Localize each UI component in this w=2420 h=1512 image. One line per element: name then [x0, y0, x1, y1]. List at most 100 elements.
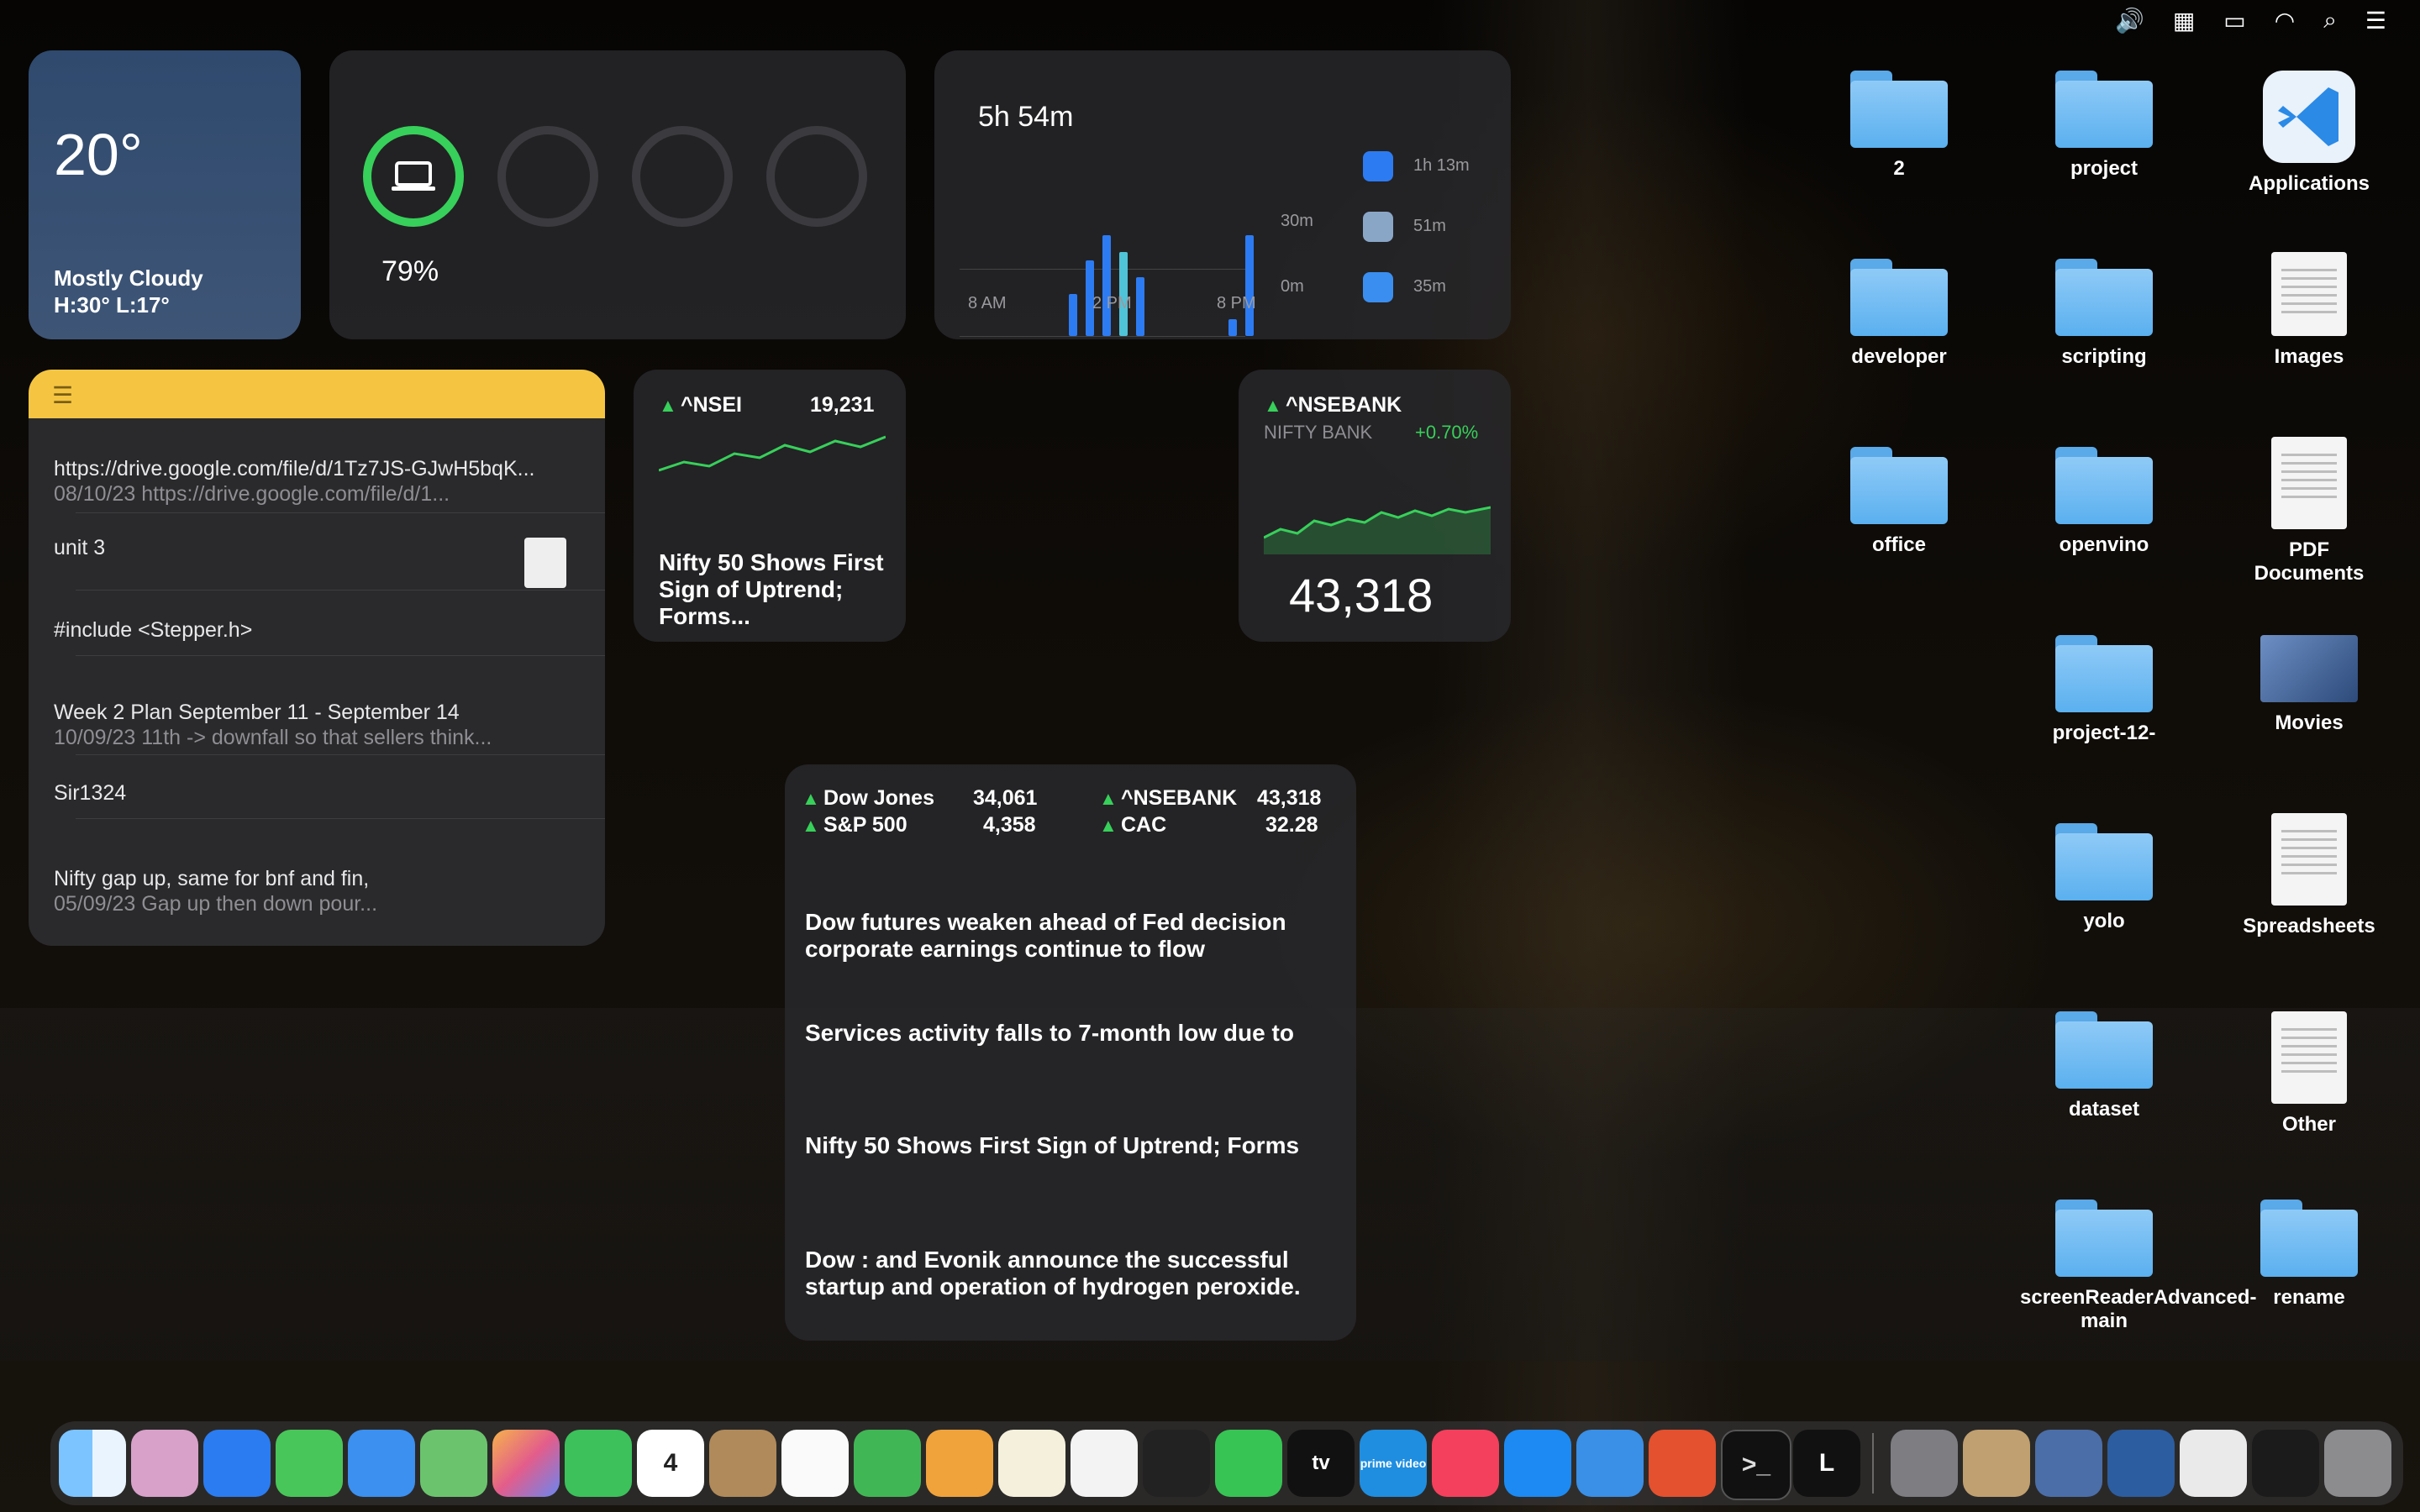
desktop-item-label: PDF Documents: [2254, 538, 2365, 585]
up-arrow-icon: ▲: [802, 815, 820, 836]
maps-icon[interactable]: [420, 1430, 487, 1497]
stock-headline: Nifty 50 Shows First Sign of Uptrend; Fo…: [659, 549, 884, 629]
recent-window-icon[interactable]: [2035, 1430, 2102, 1497]
trash-icon[interactable]: [2324, 1430, 2391, 1497]
desktop-folder-dataset[interactable]: dataset: [2020, 1011, 2188, 1122]
weather-widget[interactable]: 20° Mostly Cloudy H:30° L:17°: [29, 50, 301, 339]
terminal-icon[interactable]: >_: [1721, 1430, 1791, 1500]
launchpad-icon[interactable]: [131, 1430, 198, 1497]
control-center-icon[interactable]: ☰: [2365, 7, 2386, 34]
music-icon[interactable]: [1432, 1430, 1499, 1497]
note-title[interactable]: https://drive.google.com/file/d/1Tz7JS-G…: [54, 457, 534, 481]
folder-icon: [2055, 635, 2153, 712]
search-icon[interactable]: ⌕: [2323, 7, 2337, 34]
desktop-folder-office[interactable]: office: [1815, 447, 1983, 558]
screen-time-widget[interactable]: 5h 54m 8 AM 2 PM 8 PM 30m 0m 1h 13m 51m …: [934, 50, 1511, 339]
folder-icon: [1850, 259, 1948, 336]
news-item[interactable]: Services activity falls to 7-month low d…: [805, 1020, 1309, 1047]
desktop-movies[interactable]: Movies: [2225, 635, 2393, 736]
folder-icon: [2055, 259, 2153, 336]
desktop-spreadsheets[interactable]: Spreadsheets: [2225, 813, 2393, 939]
volume-icon[interactable]: 🔊: [2115, 7, 2144, 34]
preview-icon: [1363, 212, 1393, 242]
messages-icon[interactable]: [276, 1430, 343, 1497]
desktop-item-label: Spreadsheets: [2243, 915, 2375, 937]
folder-icon: [2055, 447, 2153, 524]
desktop-folder-openvino[interactable]: openvino: [2020, 447, 2188, 558]
facetime-icon[interactable]: [565, 1430, 632, 1497]
recent-window-icon[interactable]: [2107, 1430, 2175, 1497]
desktop-folder-project-12[interactable]: project-12-: [2020, 635, 2188, 746]
desktop-folder-scripting[interactable]: scripting: [2020, 259, 2188, 370]
mail-icon[interactable]: [348, 1430, 415, 1497]
recent-app-icon[interactable]: [2252, 1430, 2319, 1497]
chart-x-label: 8 AM: [968, 294, 1007, 312]
numbers-icon[interactable]: [854, 1430, 921, 1497]
desktop-folder-developer[interactable]: developer: [1815, 259, 1983, 370]
recent-document-icon[interactable]: [2180, 1430, 2247, 1497]
menu-bar: 🔊 ▦ ▭ ◠ ⌕ ☰: [0, 0, 2420, 40]
weather-icon[interactable]: [1576, 1430, 1644, 1497]
stock-widget-nsei[interactable]: ▲ ^NSEI 19,231 Nifty 50 Shows First Sign…: [634, 370, 906, 642]
calendar-icon[interactable]: 4: [637, 1430, 704, 1497]
desktop-folder-screenreader[interactable]: screenReaderAdvanced-main: [2003, 1200, 2256, 1334]
voice-memos-icon[interactable]: [1143, 1430, 1210, 1497]
system-settings-icon[interactable]: [1891, 1430, 1958, 1497]
calendar-icon[interactable]: ▦: [2173, 7, 2195, 34]
note-title[interactable]: unit 3: [54, 536, 105, 560]
notes-widget[interactable]: ☰ https://drive.google.com/file/d/1Tz7JS…: [29, 370, 605, 946]
weather-condition: Mostly Cloudy: [54, 265, 203, 291]
desktop-applications[interactable]: Applications: [2225, 71, 2393, 197]
news-item[interactable]: Dow futures weaken ahead of Fed decision…: [805, 909, 1309, 963]
movie-thumbnail-icon: [2260, 635, 2358, 702]
stock-symbol: ^NSEBANK: [1286, 393, 1402, 417]
news-item[interactable]: Dow : and Evonik announce the successful…: [805, 1247, 1309, 1300]
notes-icon: ☰: [52, 382, 74, 408]
photos-icon[interactable]: [492, 1430, 560, 1497]
stocks-news-widget[interactable]: ▲ Dow Jones 34,061 ▲ S&P 500 4,358 ▲ ^NS…: [785, 764, 1356, 1341]
desktop-images[interactable]: Images: [2225, 252, 2393, 370]
l-app-icon[interactable]: L: [1793, 1430, 1860, 1497]
divider: [76, 818, 605, 819]
note-title[interactable]: Sir1324: [54, 781, 126, 806]
reminders-icon[interactable]: [781, 1430, 849, 1497]
chart-y-label: 0m: [1281, 277, 1304, 296]
note-title[interactable]: Nifty gap up, same for bnf and fin,: [54, 867, 369, 891]
whatsapp-icon[interactable]: [1215, 1430, 1282, 1497]
desktop-item-label: project: [2070, 157, 2138, 180]
git-client-icon[interactable]: [1649, 1430, 1716, 1497]
screen-time-total: 5h 54m: [978, 101, 1074, 133]
stock-name: NIFTY BANK: [1264, 422, 1373, 443]
finder-icon[interactable]: [59, 1430, 126, 1497]
divider: [76, 590, 605, 591]
vscode-icon: [2263, 71, 2355, 163]
battery-icon[interactable]: ▭: [2223, 7, 2245, 34]
note-subtitle: 08/10/23 https://drive.google.com/file/d…: [54, 482, 450, 506]
freeform-icon[interactable]: [1071, 1430, 1138, 1497]
battery-widget[interactable]: 79%: [329, 50, 906, 339]
safari-icon[interactable]: [203, 1430, 271, 1497]
apple-tv-icon[interactable]: tv: [1287, 1430, 1355, 1497]
finder-icon: [1363, 272, 1393, 302]
desktop-other[interactable]: Other: [2225, 1011, 2393, 1137]
stock-widget-nsebank[interactable]: ▲ ^NSEBANK NIFTY BANK +0.70% 43,318: [1239, 370, 1511, 642]
pages-icon[interactable]: [926, 1430, 993, 1497]
app-store-icon[interactable]: [1504, 1430, 1571, 1497]
note-title[interactable]: #include <Stepper.h>: [54, 618, 252, 643]
desktop-folder-2[interactable]: 2: [1815, 71, 1983, 181]
stock-symbol: CAC: [1121, 813, 1167, 837]
contacts-icon[interactable]: [709, 1430, 776, 1497]
preview-icon[interactable]: [1963, 1430, 2030, 1497]
desktop-folder-rename[interactable]: rename: [2225, 1200, 2393, 1310]
news-item[interactable]: Nifty 50 Shows First Sign of Uptrend; Fo…: [805, 1132, 1309, 1159]
document-icon: [2271, 437, 2347, 529]
notes-icon[interactable]: [998, 1430, 1065, 1497]
desktop-folder-project[interactable]: project: [2020, 71, 2188, 181]
prime-video-icon[interactable]: prime video: [1360, 1430, 1427, 1497]
wifi-icon[interactable]: ◠: [2275, 7, 2295, 34]
stock-value: 19,231: [810, 393, 875, 417]
desktop-item-label: Images: [2274, 345, 2344, 368]
desktop-pdf-documents[interactable]: PDF Documents: [2225, 437, 2393, 586]
desktop-folder-yolo[interactable]: yolo: [2020, 823, 2188, 934]
note-title[interactable]: Week 2 Plan September 11 - September 14: [54, 701, 460, 725]
